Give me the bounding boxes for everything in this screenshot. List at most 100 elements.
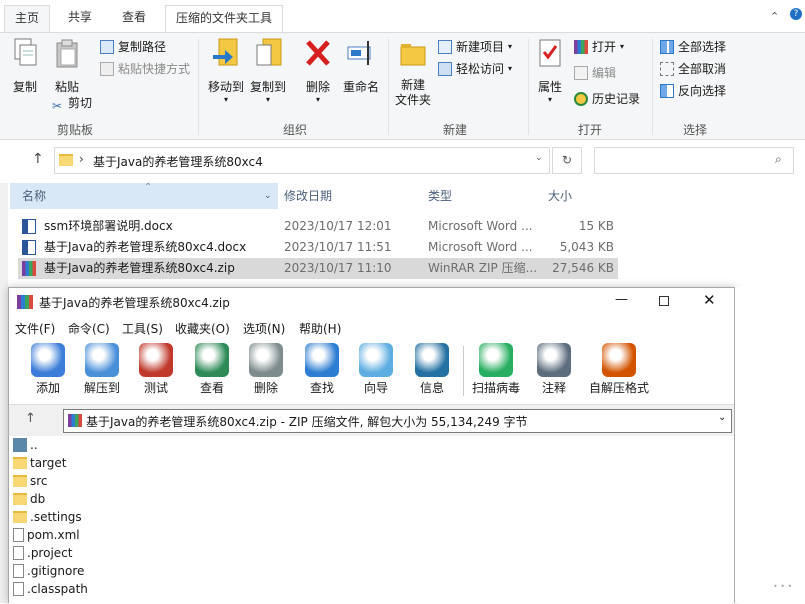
paste-shortcut-label: 粘贴快捷方式 [118,62,191,76]
column-header-type[interactable]: 类型 [428,183,452,209]
menu-item[interactable]: 文件(F) [15,320,55,337]
tab-home[interactable]: 主页 [4,5,51,33]
test-button[interactable]: 测试 [131,343,181,396]
scan-virus-button[interactable]: 扫描病毒 [471,343,521,396]
file-row[interactable]: 基于Java的养老管理系统80xc4.zip 2023/10/17 11:10 Wi… [18,258,618,279]
wizard-button[interactable]: 向导 [351,343,401,396]
folder-icon [13,493,27,505]
tab-compressed-folder-tools[interactable]: 压缩的文件夹工具 [165,5,284,33]
menu-item[interactable]: 帮助(H) [299,320,341,337]
open-button[interactable]: 打开 ▾ [574,37,624,57]
winrar-archive-icon [22,261,36,276]
winrar-title-bar: 基于Java的养老管理系统80xc4.zip — ✕ [9,288,734,316]
column-header-size[interactable]: 大小 [548,183,572,209]
tab-share[interactable]: 共享 [58,5,102,33]
delete-icon [249,343,283,377]
copy-to-button[interactable]: 复制到 ▾ [248,37,288,104]
history-label: 历史记录 [592,92,641,106]
properties-button[interactable]: 属性 ▾ [532,37,568,104]
invert-selection-button[interactable]: 反向选择 [660,81,726,101]
move-to-button[interactable]: 移动到 ▾ [206,37,246,104]
menu-item[interactable]: 工具(S) [122,320,163,337]
copy-button[interactable]: 复制 [8,37,42,95]
delete-button[interactable]: 删除 [241,343,291,396]
paste-button[interactable]: 粘贴 [50,37,84,95]
view-label: 查看 [199,381,224,395]
menu-item[interactable]: 收藏夹(O) [175,320,230,337]
sfx-label: 自解压格式 [588,381,649,395]
address-bar[interactable]: › 基于Java的养老管理系统80xc4 ⌄ [54,147,550,174]
scissors-icon: ✂ [51,99,63,113]
refresh-icon[interactable]: ↻ [552,147,582,174]
archive-item[interactable]: db [13,490,45,508]
move-to-icon [213,38,238,66]
archive-item[interactable]: .settings [13,508,82,526]
archive-item[interactable]: .project [13,544,72,562]
archive-item[interactable]: .. [13,436,38,454]
file-row[interactable]: ssm环境部署说明.docx 2023/10/17 12:01 Microsoft … [18,216,618,237]
column-header-name[interactable]: 名称 ⌃ ⌄ [10,182,278,209]
info-label: 信息 [419,381,444,395]
ribbon-separator [652,39,653,135]
archive-item[interactable]: src [13,472,48,490]
search-input[interactable]: ⌕ [594,147,794,174]
new-item-button[interactable]: 新建项目 ▾ [438,37,512,57]
file-modified: 2023/10/17 11:10 [284,261,392,275]
sfx-button[interactable]: 自解压格式 [587,343,651,396]
wizard-icon [359,343,393,377]
archive-item[interactable]: .classpath [13,580,88,598]
easy-access-button[interactable]: 轻松访问 ▾ [438,59,512,79]
extract-to-button[interactable]: 解压到 [77,343,127,396]
tab-view[interactable]: 查看 [112,5,156,33]
help-icon[interactable]: ? [790,8,802,20]
maximize-icon[interactable] [659,296,669,306]
new-folder-button[interactable]: 新建 文件夹 [392,37,434,108]
chevron-down-icon[interactable]: ⌄ [718,412,726,423]
find-button[interactable]: 查找 [297,343,347,396]
file-size: 15 KB [578,219,614,233]
invert-selection-icon [660,84,674,98]
history-button[interactable]: 历史记录 [574,89,640,109]
copy-to-label: 复制到 [249,80,286,94]
collapse-ribbon-icon[interactable]: ⌃ [770,10,779,23]
edit-button[interactable]: 编辑 [574,63,616,83]
column-header-modified[interactable]: 修改日期 [284,183,332,209]
archive-item[interactable]: target [13,454,67,472]
comment-button[interactable]: 注释 [529,343,579,396]
cut-button[interactable]: ✂ 剪切 [50,93,92,113]
select-all-button[interactable]: 全部选择 [660,37,726,57]
add-button[interactable]: 添加 [23,343,73,396]
column-name-label: 名称 [22,189,47,203]
minimize-icon[interactable]: — [615,292,628,307]
view-button[interactable]: 查看 [187,343,237,396]
archive-item-name: .. [30,438,38,452]
watermark-dots: • • • [773,582,793,591]
invert-selection-label: 反向选择 [678,84,727,98]
archive-item[interactable]: .gitignore [13,562,84,580]
properties-icon [539,39,561,67]
menu-item[interactable]: 命令(C) [68,320,110,337]
new-folder-icon [400,44,426,66]
test-icon [139,343,173,377]
word-document-icon [22,219,36,234]
file-type: WinRAR ZIP 压缩... [428,261,538,275]
up-arrow-icon[interactable]: ↑ [32,151,44,167]
paste-shortcut-button[interactable]: 粘贴快捷方式 [100,59,190,79]
file-row[interactable]: 基于Java的养老管理系统80xc4.docx 2023/10/17 11:51 M… [18,237,618,258]
delete-button[interactable]: 删除 ▾ [300,37,336,104]
archive-item[interactable]: pom.xml [13,526,80,544]
ribbon-separator [198,39,199,135]
chevron-down-icon[interactable]: ⌄ [535,153,543,163]
up-arrow-icon[interactable]: ↑ [25,411,36,426]
info-button[interactable]: 信息 [407,343,457,396]
archive-item-name: .gitignore [27,564,85,578]
copy-path-button[interactable]: 复制路径 [100,37,166,57]
archive-item-name: .settings [30,510,82,524]
archive-path-box[interactable]: 基于Java的养老管理系统80xc4.zip - ZIP 压缩文件, 解包大小为… [63,409,732,433]
file-name: 基于Java的养老管理系统80xc4.zip [44,261,235,275]
menu-item[interactable]: 选项(N) [243,320,285,337]
rename-button[interactable]: 重命名 [340,37,382,95]
chevron-down-icon[interactable]: ⌄ [264,183,272,209]
select-none-button[interactable]: 全部取消 [660,59,726,79]
close-icon[interactable]: ✕ [703,291,716,309]
